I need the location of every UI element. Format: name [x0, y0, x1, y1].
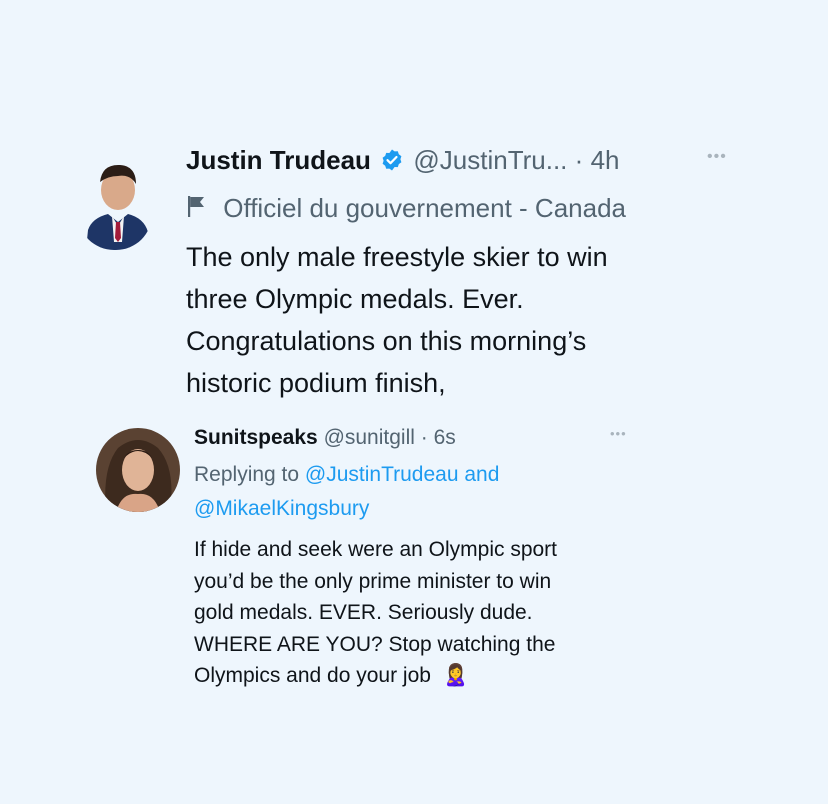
- text-line: If hide and seek were an Olympic sport: [194, 538, 558, 561]
- text-line: Olympics and do your job: [194, 664, 431, 687]
- main-tweet[interactable]: Justin Trudeau @JustinTru... · 4h ••• Of…: [0, 0, 828, 420]
- sunitspeaks-avatar[interactable]: [96, 428, 180, 512]
- more-options-icon[interactable]: •••: [610, 426, 627, 441]
- mention-link[interactable]: @JustinTrudeau: [305, 463, 459, 486]
- mention-link[interactable]: @MikaelKingsbury: [194, 497, 369, 520]
- woman-pouting-emoji: 🙎‍♀️: [442, 664, 469, 687]
- author-handle[interactable]: @JustinTru...: [413, 145, 567, 175]
- text-line: you’d be the only prime minister to win: [194, 569, 552, 593]
- header-separator: ·: [420, 426, 428, 449]
- text-line: Congratulations on this morning’s: [186, 326, 587, 356]
- person-photo-icon: [96, 428, 180, 512]
- main-tweet-header: Justin Trudeau @JustinTru... · 4h: [186, 143, 619, 180]
- reply-tweet-header: Sunitspeaks @sunitgill · 6s: [194, 424, 456, 452]
- text-line: gold medals. EVER. Seriously dude.: [194, 601, 533, 624]
- header-separator: ·: [574, 145, 584, 175]
- author-name[interactable]: Sunitspeaks: [194, 426, 318, 449]
- text-line: three Olympic medals. Ever.: [186, 284, 524, 314]
- replying-prefix: Replying to: [194, 463, 300, 486]
- author-handle[interactable]: @sunitgill: [324, 426, 415, 449]
- reply-tweet-text: If hide and seek were an Olympic sport y…: [194, 534, 557, 692]
- replying-to: Replying to @JustinTrudeau and @MikaelKi…: [194, 458, 499, 526]
- tweet-time[interactable]: 6s: [434, 426, 456, 449]
- replying-and[interactable]: and: [464, 463, 499, 486]
- main-tweet-text: The only male freestyle skier to win thr…: [186, 236, 608, 404]
- text-line: WHERE ARE YOU? Stop watching the: [194, 632, 556, 656]
- person-photo-icon: [78, 152, 152, 250]
- trudeau-avatar[interactable]: [78, 152, 152, 250]
- author-name[interactable]: Justin Trudeau: [186, 145, 371, 175]
- reply-tweet[interactable]: Sunitspeaks @sunitgill · 6s ••• Replying…: [0, 420, 828, 720]
- tweet-time[interactable]: 4h: [591, 145, 620, 175]
- text-line: historic podium finish,: [186, 368, 446, 398]
- more-options-icon[interactable]: •••: [707, 148, 727, 166]
- text-line: The only male freestyle skier to win: [186, 242, 608, 272]
- verified-badge-icon: [380, 146, 404, 180]
- flag-icon: [186, 192, 206, 226]
- government-label-text: Officiel du gouvernement - Canada: [223, 193, 626, 223]
- government-label[interactable]: Officiel du gouvernement - Canada: [186, 191, 626, 226]
